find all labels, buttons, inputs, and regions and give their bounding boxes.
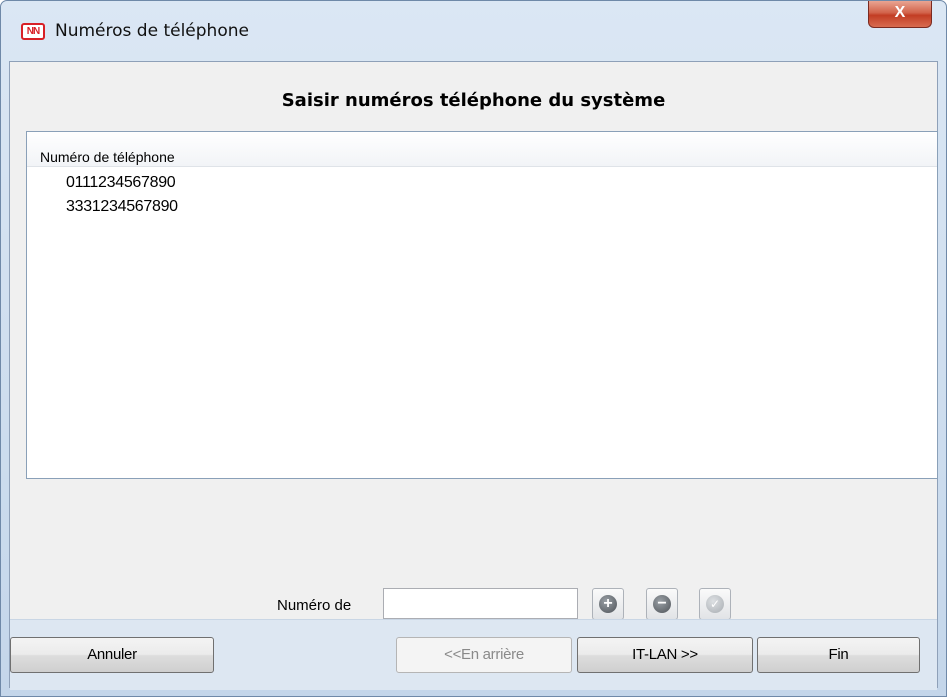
entry-panel: Numéro de + − ✓ [10,479,937,620]
window-title: Numéros de téléphone [55,21,249,41]
header-strip: Saisir numéros téléphone du système [10,62,937,131]
app-logo-icon: NN [21,23,45,40]
number-label: Numéro de [277,597,352,614]
list-item[interactable]: 0111234567890 [66,174,176,192]
confirm-button[interactable]: ✓ [699,588,731,620]
finish-button[interactable]: Fin [757,637,920,673]
back-button[interactable]: <<En arrière [396,637,572,673]
add-button[interactable]: + [592,588,624,620]
footer-bar: Annuler <<En arrière IT-LAN >> Fin [10,619,937,690]
next-button[interactable]: IT-LAN >> [577,637,753,673]
list-item[interactable]: 3331234567890 [66,198,178,216]
list-body: 0111234567890 3331234567890 [27,166,937,478]
minus-circle-icon: − [653,595,671,613]
page-title: Saisir numéros téléphone du système [281,90,666,111]
cancel-button[interactable]: Annuler [10,637,214,673]
list-column-header[interactable]: Numéro de téléphone [27,132,937,167]
check-circle-icon: ✓ [706,595,724,613]
remove-button[interactable]: − [646,588,678,620]
dialog-content: Saisir numéros téléphone du système Numé… [9,61,938,690]
plus-circle-icon: + [599,595,617,613]
phone-number-list[interactable]: Numéro de téléphone 0111234567890 333123… [26,131,938,479]
close-icon: X [894,4,906,21]
number-input[interactable] [383,588,578,619]
dialog-window: NN Numéros de téléphone X Saisir numéros… [0,0,947,697]
title-bar[interactable]: NN Numéros de téléphone X [1,1,946,61]
column-header-label: Numéro de téléphone [40,149,175,165]
close-button[interactable]: X [868,1,932,28]
